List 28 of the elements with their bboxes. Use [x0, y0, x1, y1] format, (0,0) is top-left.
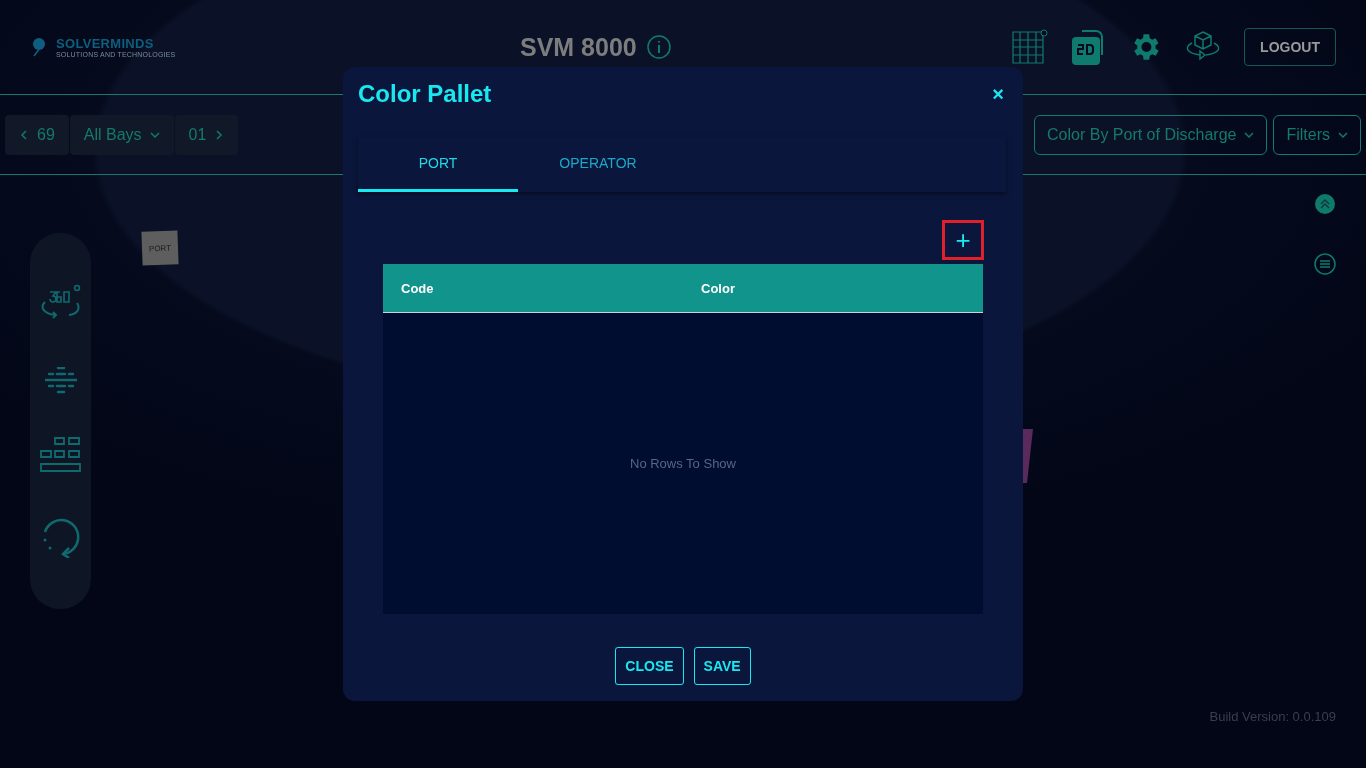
blocks-icon[interactable]: [39, 437, 82, 474]
chevron-right-icon: [214, 129, 225, 140]
dialog-title: Color Pallet: [358, 80, 492, 108]
port-sign: PORT: [141, 230, 179, 266]
info-icon[interactable]: [646, 35, 671, 59]
double-chevron-up-icon[interactable]: [1314, 193, 1336, 215]
chevron-down-icon: [149, 129, 160, 140]
save-button[interactable]: SAVE: [693, 647, 751, 685]
add-button[interactable]: +: [942, 220, 984, 260]
chevron-down-icon: [1244, 129, 1255, 140]
close-dialog-button[interactable]: CLOSE: [615, 647, 684, 685]
menu-icon[interactable]: [1314, 253, 1336, 275]
chevron-down-icon: [1338, 129, 1348, 140]
app-title: SVM 8000: [520, 32, 637, 62]
column-header: Color: [700, 280, 736, 296]
close-button[interactable]: ×: [988, 82, 1008, 106]
empty-message: No Rows To Show: [630, 456, 736, 471]
layers-icon[interactable]: [44, 366, 77, 395]
logo-name: SOLVERMINDS: [56, 36, 155, 51]
tab[interactable]: OPERATOR: [518, 137, 678, 192]
logout-button[interactable]: LOGOUT: [1244, 28, 1336, 66]
grid-icon[interactable]: [1012, 29, 1049, 65]
build-version: Build Version: 0.0.109: [1209, 709, 1336, 724]
filters-dropdown[interactable]: Filters: [1273, 114, 1361, 155]
color-by-dropdown[interactable]: Color By Port of Discharge: [1034, 114, 1268, 155]
column-header: Code: [400, 280, 435, 296]
tab[interactable]: PORT: [358, 137, 518, 192]
chevron-left-icon: [19, 129, 29, 140]
